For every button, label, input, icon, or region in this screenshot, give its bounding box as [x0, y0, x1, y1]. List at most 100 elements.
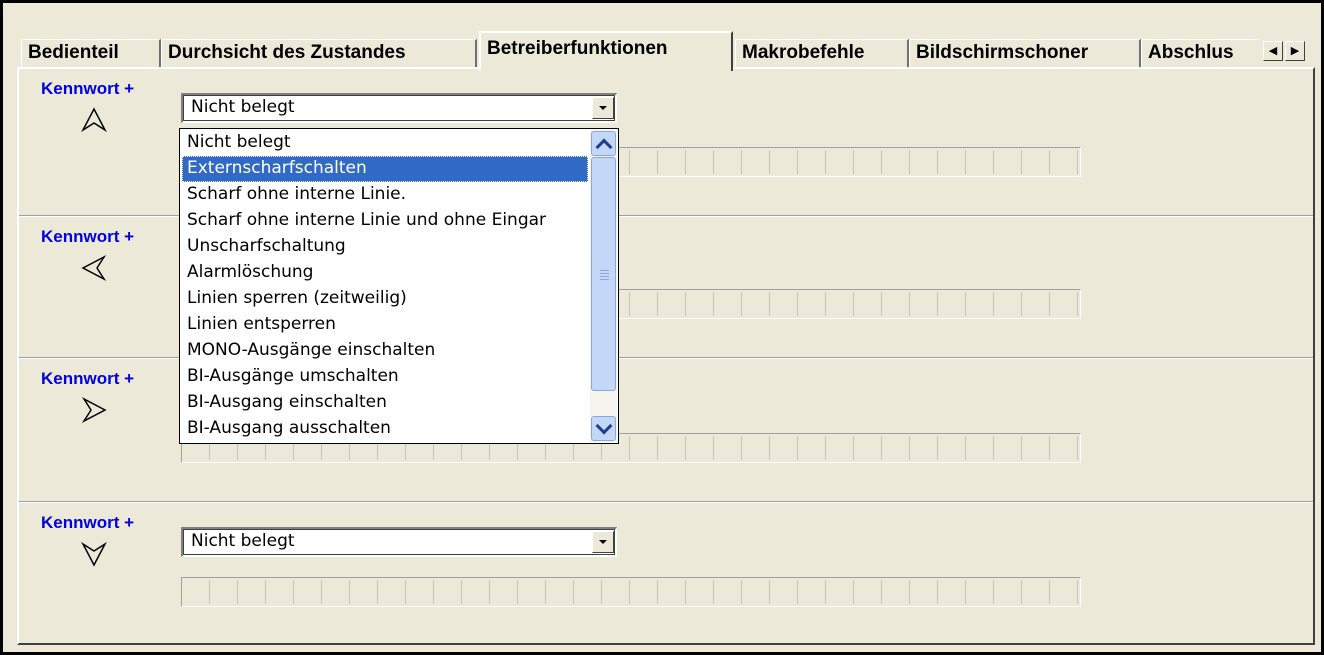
- parameter-cell: [854, 436, 882, 460]
- parameter-cell: [350, 580, 378, 604]
- parameter-cell: [322, 580, 350, 604]
- dropdown-option[interactable]: Scharf ohne interne Linie und ohne Einga…: [182, 208, 588, 234]
- kennwort-label: Kennwort +: [41, 369, 135, 388]
- parameter-cell: [938, 292, 966, 316]
- grip-line: [600, 279, 609, 280]
- parameter-cell: [854, 150, 882, 174]
- parameter-cell: [714, 150, 742, 174]
- dropdown-option[interactable]: BI-Ausgang einschalten: [182, 390, 588, 416]
- parameter-cell: [966, 292, 994, 316]
- tab-durchsicht-des-zustandes[interactable]: Durchsicht des Zustandes: [161, 39, 477, 67]
- parameter-cell: [994, 292, 1022, 316]
- parameter-cell: [966, 436, 994, 460]
- tab-betreiberfunktionen[interactable]: Betreiberfunktionen: [479, 31, 733, 71]
- parameter-cell: [630, 436, 658, 460]
- chevron-up-icon[interactable]: [591, 131, 616, 156]
- function-select-value: Nicht belegt: [191, 97, 295, 117]
- parameter-cell: [630, 292, 658, 316]
- parameter-cell: [658, 150, 686, 174]
- parameter-cell: [658, 292, 686, 316]
- parameter-cell: [994, 436, 1022, 460]
- chevron-down-icon[interactable]: [591, 416, 616, 441]
- dropdown-option[interactable]: BI-Ausgang ausschalten: [182, 416, 588, 442]
- operator-function-group-down: Kennwort + Nicht belegt: [19, 503, 1313, 649]
- dropdown-option[interactable]: Linien sperren (zeitweilig): [182, 286, 588, 312]
- parameter-cell: [714, 292, 742, 316]
- grip-line: [600, 270, 609, 271]
- parameter-cell: [826, 292, 854, 316]
- dropdown-scrollbar[interactable]: [590, 130, 617, 442]
- parameter-cell: [910, 436, 938, 460]
- parameter-cell: [1022, 292, 1050, 316]
- tab-bedienteil[interactable]: Bedienteil: [21, 39, 161, 67]
- scrollbar-thumb[interactable]: [591, 157, 616, 391]
- tab-bildschirmschoner[interactable]: Bildschirmschoner: [909, 39, 1141, 67]
- parameter-cell: [770, 150, 798, 174]
- tab-scroll-left-button[interactable]: ◀: [1263, 41, 1283, 61]
- parameter-cell: [490, 580, 518, 604]
- parameter-cell: [658, 436, 686, 460]
- parameter-cell: [686, 292, 714, 316]
- parameter-cell: [714, 580, 742, 604]
- parameter-cell: [210, 580, 238, 604]
- parameter-cell: [798, 580, 826, 604]
- parameter-cell: [910, 580, 938, 604]
- parameter-cell: [910, 292, 938, 316]
- parameter-cell: [630, 150, 658, 174]
- grip-line: [600, 273, 609, 274]
- grip-line: [600, 276, 609, 277]
- parameter-cell: [938, 436, 966, 460]
- parameter-cell: [938, 580, 966, 604]
- parameter-cell: [854, 580, 882, 604]
- arrow-right-icon: [81, 397, 107, 423]
- parameter-cell: [826, 436, 854, 460]
- dropdown-option[interactable]: Externscharfschalten: [182, 156, 588, 182]
- dropdown-option[interactable]: Alarmlöschung: [182, 260, 588, 286]
- dropdown-option[interactable]: Nicht belegt: [182, 130, 588, 156]
- parameter-cell: [378, 580, 406, 604]
- tab-makrobefehle[interactable]: Makrobefehle: [735, 39, 909, 67]
- dropdown-option[interactable]: MONO-Ausgänge einschalten: [182, 338, 588, 364]
- parameter-cells[interactable]: [181, 577, 1081, 607]
- parameter-cell: [630, 580, 658, 604]
- dropdown-option[interactable]: Unscharfschaltung: [182, 234, 588, 260]
- chevron-down-icon[interactable]: [592, 531, 614, 553]
- parameter-cell: [882, 436, 910, 460]
- function-dropdown-list[interactable]: Nicht belegt Externscharfschalten Scharf…: [179, 128, 619, 444]
- parameter-cell: [742, 580, 770, 604]
- tab-scroll-right-button[interactable]: ▶: [1285, 41, 1305, 61]
- dropdown-option[interactable]: Scharf ohne interne Linie.: [182, 182, 588, 208]
- parameter-cell: [742, 150, 770, 174]
- parameter-cell: [1050, 580, 1078, 604]
- parameter-cell: [462, 580, 490, 604]
- arrow-up-icon: [81, 107, 107, 133]
- dropdown-option[interactable]: Linien entsperren: [182, 312, 588, 338]
- parameter-cell: [1022, 436, 1050, 460]
- window-frame: Bedienteil Durchsicht des Zustandes Betr…: [0, 0, 1324, 655]
- triangle-right-icon: ▶: [1290, 44, 1300, 57]
- parameter-cell: [994, 150, 1022, 174]
- parameter-cell: [1022, 580, 1050, 604]
- triangle-left-icon: ◀: [1268, 44, 1278, 57]
- parameter-cell: [406, 580, 434, 604]
- dropdown-option[interactable]: BI-Ausgänge umschalten: [182, 364, 588, 390]
- chevron-down-icon[interactable]: [592, 97, 614, 119]
- parameter-cell: [910, 150, 938, 174]
- function-select[interactable]: Nicht belegt: [181, 527, 617, 557]
- parameter-cell: [966, 150, 994, 174]
- parameter-cell: [714, 436, 742, 460]
- parameter-cell: [798, 292, 826, 316]
- parameter-cell: [518, 580, 546, 604]
- parameter-cell: [546, 580, 574, 604]
- kennwort-label: Kennwort +: [41, 227, 135, 246]
- parameter-cell: [854, 292, 882, 316]
- function-select-value: Nicht belegt: [191, 531, 295, 551]
- parameter-cell: [1050, 150, 1078, 174]
- function-select[interactable]: Nicht belegt: [181, 93, 617, 123]
- parameter-cell: [770, 436, 798, 460]
- parameter-cell: [266, 580, 294, 604]
- tab-abschlus[interactable]: Abschlus: [1141, 39, 1259, 67]
- parameter-cell: [434, 580, 462, 604]
- parameter-cell: [882, 580, 910, 604]
- parameter-cell: [826, 580, 854, 604]
